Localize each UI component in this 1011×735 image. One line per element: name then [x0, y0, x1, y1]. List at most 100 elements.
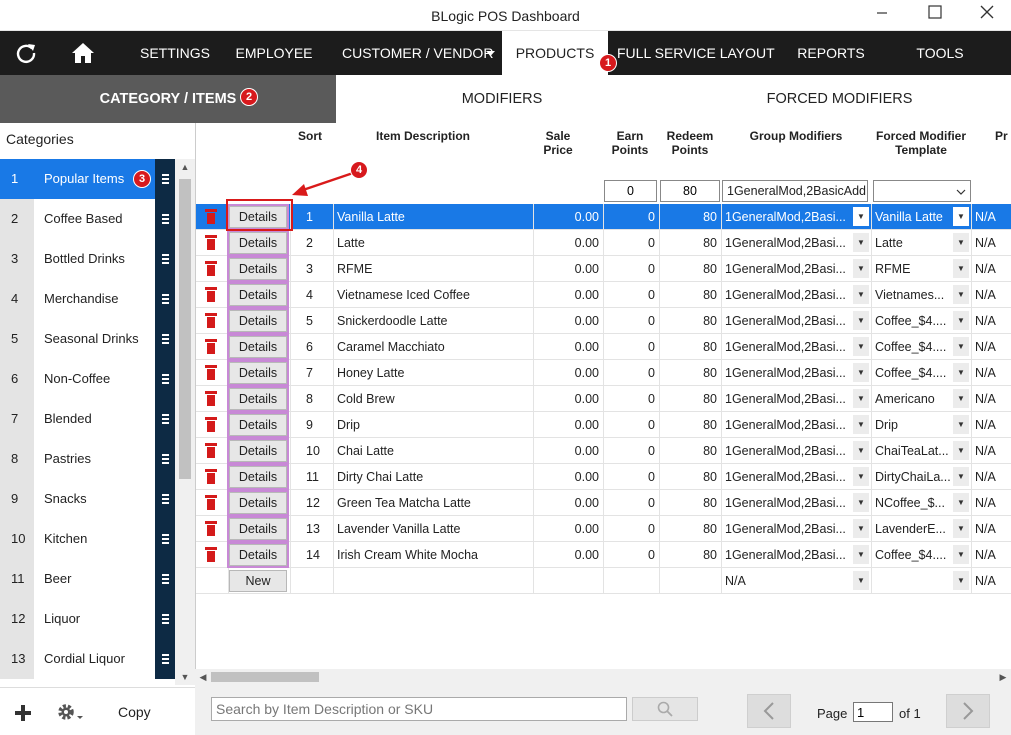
category-item[interactable]: 4 Merchandise — [0, 279, 175, 319]
col-header-description[interactable]: Item Description — [336, 129, 510, 143]
category-settings-button[interactable] — [57, 703, 85, 723]
nav-settings[interactable]: SETTINGS — [132, 31, 218, 75]
group-dropdown-icon[interactable]: ▼ — [853, 337, 869, 356]
details-button[interactable]: Details — [229, 310, 287, 332]
group-dropdown-icon[interactable]: ▼ — [853, 571, 869, 590]
group-dropdown-icon[interactable]: ▼ — [853, 363, 869, 382]
delete-icon[interactable] — [205, 469, 217, 484]
table-row[interactable]: Details 5 Snickerdoodle Latte 0.00 0 80 1Gener… — [196, 308, 1011, 334]
delete-icon[interactable] — [205, 287, 217, 302]
forced-modifier-filter[interactable] — [873, 180, 971, 202]
delete-icon[interactable] — [205, 417, 217, 432]
prev-page-button[interactable] — [747, 694, 791, 728]
cell-forced-modifier[interactable]: Coffee_$4.... — [875, 542, 953, 568]
cell-forced-modifier[interactable]: Coffee_$4.... — [875, 334, 953, 360]
forced-dropdown-icon[interactable]: ▼ — [953, 571, 969, 590]
cell-forced-modifier[interactable]: NCoffee_$... — [875, 490, 953, 516]
details-button[interactable]: Details — [229, 284, 287, 306]
category-item[interactable]: 6 Non-Coffee — [0, 359, 175, 399]
group-dropdown-icon[interactable]: ▼ — [853, 207, 869, 226]
new-item-row[interactable]: New N/A ▼ ▼ N/A — [196, 568, 1011, 594]
nav-tools[interactable]: TOOLS — [905, 31, 975, 75]
table-row[interactable]: Details 1 Vanilla Latte 0.00 0 80 1GeneralMod,… — [196, 204, 1011, 230]
maximize-button[interactable] — [915, 2, 955, 28]
drag-handle-icon[interactable] — [155, 479, 175, 519]
cell-group-modifiers[interactable]: 1GeneralMod,2Basi... — [725, 256, 853, 282]
scroll-right-icon[interactable]: ▶ — [995, 669, 1011, 685]
cell-group-modifiers[interactable]: 1GeneralMod,2Basi... — [725, 412, 853, 438]
details-button[interactable]: Details — [229, 388, 287, 410]
cell-group-modifiers[interactable]: 1GeneralMod,2Basi... — [725, 360, 853, 386]
group-dropdown-icon[interactable]: ▼ — [853, 311, 869, 330]
details-button[interactable]: Details — [229, 414, 287, 436]
table-row[interactable]: Details 11 Dirty Chai Latte 0.00 0 80 1General… — [196, 464, 1011, 490]
col-header-sort[interactable]: Sort — [292, 129, 328, 143]
table-row[interactable]: Details 7 Honey Latte 0.00 0 80 1GeneralMod,2B… — [196, 360, 1011, 386]
col-header-earn-points[interactable]: Earn Points — [604, 129, 656, 157]
delete-icon[interactable] — [205, 339, 217, 354]
add-category-button[interactable] — [14, 704, 32, 722]
drag-handle-icon[interactable] — [155, 239, 175, 279]
cell-group-modifiers[interactable]: 1GeneralMod,2Basi... — [725, 204, 853, 230]
copy-button[interactable]: Copy — [118, 704, 151, 720]
cell-group-modifiers[interactable]: 1GeneralMod,2Basi... — [725, 464, 853, 490]
category-item[interactable]: 7 Blended — [0, 399, 175, 439]
details-button[interactable]: Details — [229, 362, 287, 384]
group-dropdown-icon[interactable]: ▼ — [853, 233, 869, 252]
delete-icon[interactable] — [205, 261, 217, 276]
cell-forced-modifier[interactable]: Coffee_$4.... — [875, 360, 953, 386]
table-row[interactable]: Details 4 Vietnamese Iced Coffee 0.00 0 80 1Ge… — [196, 282, 1011, 308]
table-row[interactable]: Details 14 Irish Cream White Mocha 0.00 0 80 1… — [196, 542, 1011, 568]
scroll-left-icon[interactable]: ◀ — [195, 669, 211, 685]
category-item[interactable]: 3 Bottled Drinks — [0, 239, 175, 279]
forced-dropdown-icon[interactable]: ▼ — [953, 441, 969, 460]
cell-forced-modifier[interactable]: ChaiTeaLat... — [875, 438, 953, 464]
scroll-up-icon[interactable]: ▲ — [175, 159, 195, 175]
nav-customer-vendor[interactable]: CUSTOMER / VENDOR — [330, 31, 495, 75]
scroll-thumb[interactable] — [179, 179, 191, 479]
forced-dropdown-icon[interactable]: ▼ — [953, 415, 969, 434]
cell-forced-modifier[interactable]: Drip — [875, 412, 953, 438]
delete-icon[interactable] — [205, 365, 217, 380]
details-button[interactable]: Details — [229, 518, 287, 540]
delete-icon[interactable] — [205, 209, 217, 224]
delete-icon[interactable] — [205, 391, 217, 406]
cell-group-modifiers[interactable]: 1GeneralMod,2Basi... — [725, 334, 853, 360]
category-item[interactable]: 8 Pastries — [0, 439, 175, 479]
table-row[interactable]: Details 10 Chai Latte 0.00 0 80 1GeneralMod,2B… — [196, 438, 1011, 464]
group-dropdown-icon[interactable]: ▼ — [853, 493, 869, 512]
hscroll-thumb[interactable] — [211, 672, 319, 682]
tab-forced-modifiers[interactable]: FORCED MODIFIERS — [668, 75, 1011, 123]
forced-dropdown-icon[interactable]: ▼ — [953, 259, 969, 278]
category-item[interactable]: 10 Kitchen — [0, 519, 175, 559]
forced-dropdown-icon[interactable]: ▼ — [953, 493, 969, 512]
delete-icon[interactable] — [205, 443, 217, 458]
table-row[interactable]: Details 13 Lavender Vanilla Latte 0.00 0 80 1G… — [196, 516, 1011, 542]
details-button[interactable]: Details — [229, 466, 287, 488]
group-dropdown-icon[interactable]: ▼ — [853, 389, 869, 408]
drag-handle-icon[interactable] — [155, 399, 175, 439]
table-row[interactable]: Details 6 Caramel Macchiato 0.00 0 80 1General… — [196, 334, 1011, 360]
nav-full-service-layout[interactable]: FULL SERVICE LAYOUT — [617, 31, 775, 75]
col-header-extra[interactable]: Pr — [995, 129, 1011, 143]
delete-icon[interactable] — [205, 235, 217, 250]
cell-group-modifiers[interactable]: 1GeneralMod,2Basi... — [725, 230, 853, 256]
group-dropdown-icon[interactable]: ▼ — [853, 259, 869, 278]
cell-forced-modifier[interactable]: Latte — [875, 230, 953, 256]
group-dropdown-icon[interactable]: ▼ — [853, 519, 869, 538]
earn-points-filter[interactable] — [604, 180, 657, 202]
col-header-redeem-points[interactable]: Redeem Points — [660, 129, 720, 157]
search-input[interactable] — [211, 697, 627, 721]
scroll-down-icon[interactable]: ▼ — [175, 669, 195, 685]
cell-group-modifiers[interactable]: 1GeneralMod,2Basi... — [725, 490, 853, 516]
col-header-sale-price[interactable]: Sale Price — [536, 129, 580, 157]
nav-products[interactable]: PRODUCTS — [502, 31, 608, 75]
cell-group-modifiers[interactable]: 1GeneralMod,2Basi... — [725, 542, 853, 568]
forced-dropdown-icon[interactable]: ▼ — [953, 545, 969, 564]
col-header-group-modifiers[interactable]: Group Modifiers — [722, 129, 870, 143]
group-modifiers-filter[interactable]: 1GeneralMod,2BasicAdd — [722, 180, 868, 202]
details-button[interactable]: Details — [229, 492, 287, 514]
table-row[interactable]: Details 2 Latte 0.00 0 80 1GeneralMod,2Basi...… — [196, 230, 1011, 256]
drag-handle-icon[interactable] — [155, 359, 175, 399]
details-button[interactable]: Details — [229, 232, 287, 254]
